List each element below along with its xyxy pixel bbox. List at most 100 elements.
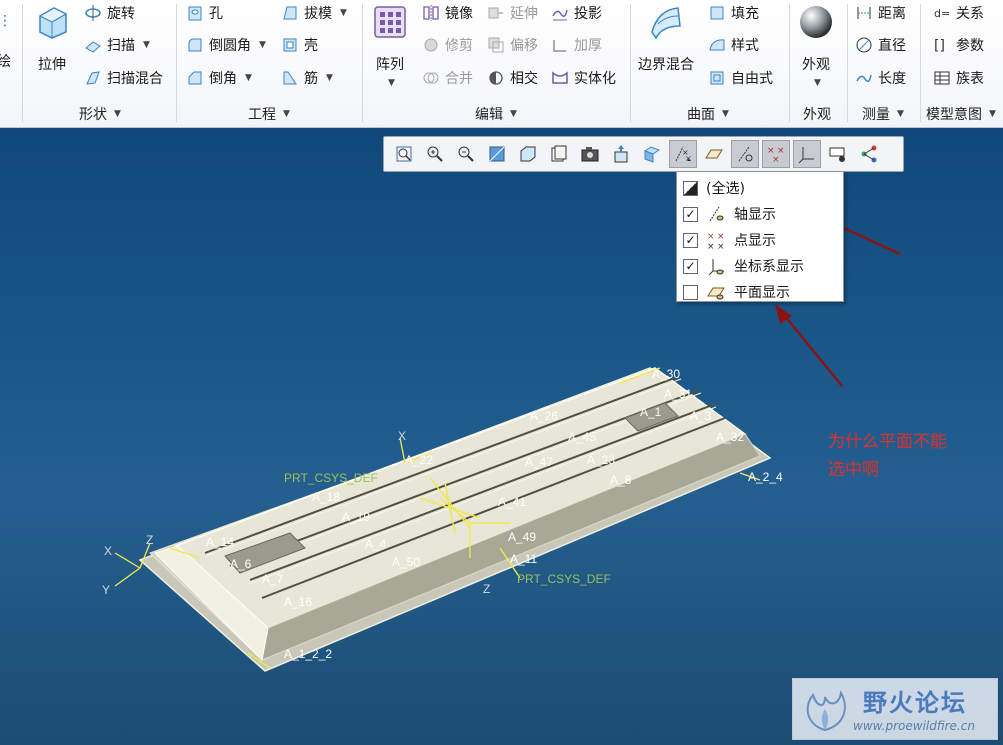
chevron-down-icon: ▼ [989, 109, 996, 119]
svg-text:×: × [717, 242, 725, 250]
swept-blend-button[interactable]: 扫描混合 [84, 67, 163, 89]
csys-label: PRT_CSYS_DEF [517, 572, 611, 586]
extrude-icon [34, 4, 70, 40]
round-button[interactable]: 倒圆角 ▼ [186, 34, 266, 56]
family-table-icon [933, 69, 951, 87]
axis-display-toggle-button[interactable] [731, 140, 759, 168]
shape-group-label[interactable]: 形状 ▼ [79, 104, 121, 124]
boundary-blend-button[interactable]: 边界混合 [638, 4, 694, 74]
extrude-button[interactable]: 拉伸 [34, 4, 70, 74]
revolve-button[interactable]: 旋转 [84, 2, 135, 24]
model-intent-group-label[interactable]: 模型意图 ▼ [926, 104, 996, 124]
chevron-down-icon: ▼ [722, 109, 729, 119]
shell-button[interactable]: 壳 [281, 34, 318, 56]
graphics-viewport[interactable]: A_30 A_31 A_1 A_3 A_32 A_26 A_45 A_23 A_… [0, 128, 1003, 745]
svg-text:×: × [717, 232, 725, 242]
saved-orientations-button[interactable] [545, 140, 573, 168]
csys-display-item[interactable]: ✓ 坐标系显示 [677, 253, 843, 279]
family-table-button[interactable]: 族表 [933, 67, 984, 89]
perspective-icon [614, 145, 628, 163]
engineering-group-label[interactable]: 工程 ▼ [248, 104, 290, 124]
axis-display-item[interactable]: ✓ 轴显示 [677, 201, 843, 227]
zoom-in-button[interactable] [421, 140, 449, 168]
axis-label: A_16 [284, 595, 312, 609]
annotation-display-icon [829, 147, 845, 162]
parameters-button[interactable]: [] 参数 [933, 34, 984, 56]
draft-button[interactable]: 拔模 ▼ [281, 2, 347, 24]
select-all-item[interactable]: (全选) [677, 175, 843, 201]
project-button[interactable]: 投影 [551, 2, 602, 24]
select-all-checkbox[interactable] [683, 180, 698, 196]
distance-button[interactable]: 距离 [855, 2, 906, 24]
offset-button[interactable]: 偏移 [487, 34, 538, 56]
spin-center-button[interactable] [855, 140, 883, 168]
style-button[interactable]: 样式 [708, 34, 759, 56]
diameter-button[interactable]: 直径 [855, 34, 906, 56]
hole-button[interactable]: 孔 [186, 2, 223, 24]
solidify-button[interactable]: 实体化 [551, 67, 616, 89]
axis-display-checkbox[interactable]: ✓ [683, 206, 698, 222]
axis-label: A_41 [498, 495, 526, 509]
editing-group-label[interactable]: 编辑 ▼ [475, 104, 517, 124]
mirror-button[interactable]: 镜像 [422, 2, 473, 24]
intersect-icon [487, 69, 505, 87]
axis-label: A_47 [525, 455, 553, 469]
pattern-button[interactable]: 阵列 ▼ [372, 4, 408, 88]
plane-display-checkbox[interactable] [683, 284, 698, 300]
chevron-down-icon: ▼ [114, 109, 121, 119]
camera-icon [581, 147, 599, 162]
refit-button[interactable] [390, 140, 418, 168]
view-manager-button[interactable] [576, 140, 604, 168]
trim-button[interactable]: 修剪 [422, 34, 473, 56]
annotation-display-button[interactable] [824, 140, 852, 168]
merge-icon [422, 69, 440, 87]
chevron-down-icon: ▼ [143, 40, 150, 50]
saved-orientations-icon [551, 145, 567, 162]
csys-display-icon [798, 147, 814, 164]
measure-group-label[interactable]: 测量 ▼ [862, 104, 904, 124]
sweep-icon [84, 36, 102, 54]
perspective-button[interactable] [607, 140, 635, 168]
appearance-label: 外观 [802, 57, 830, 73]
datum-display-filters-button[interactable]: × × [669, 140, 697, 168]
round-icon [186, 36, 204, 54]
appearance-button[interactable]: 外观 ▼ [798, 4, 834, 88]
axis-label: A_26 [530, 409, 558, 423]
section-button[interactable] [638, 140, 666, 168]
fill-button[interactable]: 填充 [708, 2, 759, 24]
svg-text:×: × [707, 242, 715, 250]
boundary-blend-label: 边界混合 [638, 57, 694, 73]
chamfer-button[interactable]: 倒角 ▼ [186, 67, 252, 89]
rib-button[interactable]: 筋 ▼ [281, 67, 333, 89]
csys-display-checkbox[interactable]: ✓ [683, 258, 698, 274]
freestyle-button[interactable]: 自由式 [708, 67, 773, 89]
watermark-title: 野火论坛 [863, 689, 967, 717]
plane-display-toggle-button[interactable] [700, 140, 728, 168]
intersect-button[interactable]: 相交 [487, 67, 538, 89]
sketch-button-partial[interactable]: 绘 [0, 50, 11, 72]
graphics-toolbar: × × × × × [383, 136, 904, 172]
relations-button[interactable]: d= 关系 [933, 2, 984, 24]
point-display-checkbox[interactable]: ✓ [683, 232, 698, 248]
repaint-button[interactable] [483, 140, 511, 168]
merge-button[interactable]: 合并 [422, 67, 473, 89]
point-display-icon: × × × × [706, 230, 726, 250]
extrude-label: 拉伸 [38, 57, 66, 73]
point-display-toggle-button[interactable]: × × × [762, 140, 790, 168]
annotation-line: 为什么平面不能 [828, 432, 947, 452]
relations-icon: d= [933, 4, 951, 22]
pattern-icon [372, 4, 408, 40]
sweep-button[interactable]: 扫描 ▼ [84, 34, 150, 56]
length-button[interactable]: 长度 [855, 67, 906, 89]
display-style-button[interactable] [514, 140, 542, 168]
plane-display-item[interactable]: 平面显示 [677, 279, 843, 305]
point-display-item[interactable]: ✓ × × × × 点显示 [677, 227, 843, 253]
extend-button[interactable]: 延伸 [487, 2, 538, 24]
surfaces-group-label[interactable]: 曲面 ▼ [687, 104, 729, 124]
csys-display-toggle-button[interactable] [793, 140, 821, 168]
zoom-out-button[interactable] [452, 140, 480, 168]
ribbon-stub-icon: ⋮ [0, 13, 12, 29]
repaint-icon [489, 146, 505, 162]
forum-watermark: 野火论坛 www.proewildfire.cn [792, 678, 998, 740]
thicken-button[interactable]: 加厚 [551, 34, 602, 56]
